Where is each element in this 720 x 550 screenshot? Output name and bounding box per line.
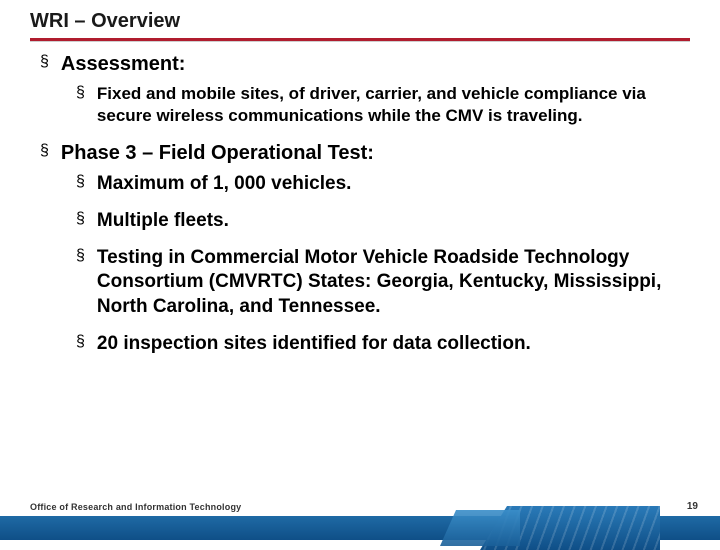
page-number: 19 [687,501,698,512]
bullet-icon: § [76,246,85,265]
slide: WRI – Overview § Assessment: § Fixed and… [0,0,720,540]
bullet-icon: § [40,52,49,71]
item-text: 20 inspection sites identified for data … [97,332,531,357]
header: WRI – Overview [0,0,720,42]
slide-title: WRI – Overview [30,10,690,36]
footer: Office of Research and Information Techn… [0,494,720,540]
section-heading: Phase 3 – Field Operational Test: [61,141,374,166]
item-text: Multiple fleets. [97,209,229,234]
list-item: § Testing in Commercial Motor Vehicle Ro… [76,246,680,320]
section-phase3: § Phase 3 – Field Operational Test: § Ma… [40,141,680,356]
content-area: § Assessment: § Fixed and mobile sites, … [0,42,720,356]
bullet-icon: § [76,172,85,191]
list-item: § Multiple fleets. [76,209,680,234]
section-heading: Assessment: [61,52,186,77]
bullet-icon: § [76,332,85,351]
bullet-icon: § [40,141,49,160]
item-text: Maximum of 1, 000 vehicles. [97,172,352,197]
item-text: Testing in Commercial Motor Vehicle Road… [97,246,680,320]
footer-office-text: Office of Research and Information Techn… [30,502,241,512]
bullet-icon: § [76,209,85,228]
outline-list: § Assessment: § Fixed and mobile sites, … [40,52,680,356]
section-assessment: § Assessment: § Fixed and mobile sites, … [40,52,680,127]
sub-list: § Fixed and mobile sites, of driver, car… [40,83,680,127]
list-item: § Fixed and mobile sites, of driver, car… [76,83,680,127]
footer-graphic [0,516,720,540]
bullet-icon: § [76,83,85,102]
item-text: Fixed and mobile sites, of driver, carri… [97,83,680,127]
list-item: § 20 inspection sites identified for dat… [76,332,680,357]
sub-list: § Maximum of 1, 000 vehicles. § Multiple… [40,172,680,356]
list-item: § Maximum of 1, 000 vehicles. [76,172,680,197]
